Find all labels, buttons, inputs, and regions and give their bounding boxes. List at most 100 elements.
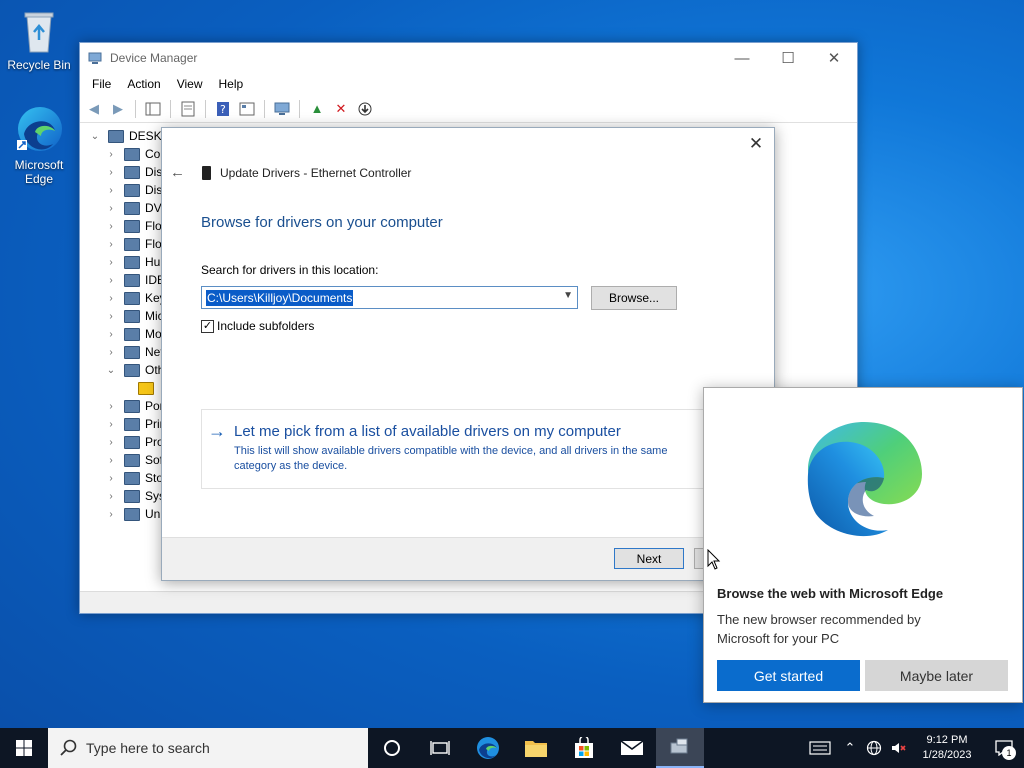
- toolbar-divider: [264, 99, 265, 118]
- svg-text:?: ?: [220, 103, 226, 116]
- dialog-close-button[interactable]: ✕: [746, 134, 766, 154]
- chevron-right-icon[interactable]: ›: [104, 401, 118, 412]
- device-category-icon: [124, 237, 140, 251]
- device-category-icon: [124, 273, 140, 287]
- chevron-up-icon[interactable]: ⌃: [838, 740, 862, 756]
- ethernet-controller-icon: [202, 166, 211, 180]
- driver-path-value[interactable]: C:\Users\Killjoy\Documents: [206, 289, 354, 306]
- include-subfolders-label: Include subfolders: [217, 319, 315, 333]
- start-button[interactable]: [0, 728, 48, 768]
- device-category-icon: [124, 291, 140, 305]
- maximize-button[interactable]: ☐: [765, 43, 811, 73]
- search-placeholder: Type here to search: [86, 740, 210, 756]
- chevron-right-icon[interactable]: ›: [104, 311, 118, 322]
- chevron-right-icon[interactable]: ›: [104, 437, 118, 448]
- update-driver-icon[interactable]: ▲: [307, 99, 327, 119]
- chevron-right-icon[interactable]: ›: [104, 203, 118, 214]
- file-explorer-button[interactable]: [512, 728, 560, 768]
- next-button[interactable]: Next: [614, 548, 684, 569]
- action-center-button[interactable]: 1: [984, 740, 1024, 760]
- chevron-right-icon[interactable]: ›: [104, 347, 118, 358]
- help-icon[interactable]: ?: [213, 99, 233, 119]
- include-subfolders-checkbox[interactable]: ✓ Include subfolders: [201, 319, 314, 333]
- chevron-right-icon[interactable]: ›: [104, 185, 118, 196]
- device-category-icon: [124, 201, 140, 215]
- chevron-right-icon[interactable]: ›: [104, 455, 118, 466]
- device-category-icon: [124, 327, 140, 341]
- close-button[interactable]: ✕: [811, 43, 857, 73]
- chevron-right-icon[interactable]: ›: [104, 167, 118, 178]
- chevron-down-icon[interactable]: ⌄: [104, 365, 118, 376]
- pick-from-list-title[interactable]: Let me pick from a list of available dri…: [234, 423, 621, 440]
- edge-popup-title: Browse the web with Microsoft Edge: [717, 586, 944, 601]
- clock-date: 1/28/2023: [922, 749, 972, 761]
- scan-hardware-icon[interactable]: [272, 99, 292, 119]
- view-icon[interactable]: [237, 99, 257, 119]
- device-category-icon: [124, 219, 140, 233]
- store-icon: [575, 737, 593, 758]
- menu-action[interactable]: Action: [119, 77, 168, 91]
- mail-icon: [620, 740, 644, 755]
- menu-file[interactable]: File: [84, 77, 119, 91]
- get-started-button[interactable]: Get started: [717, 660, 860, 691]
- tree-item-label: Mo: [145, 327, 162, 341]
- chevron-right-icon[interactable]: ›: [104, 257, 118, 268]
- device-manager-titlebar[interactable]: Device Manager — ☐ ✕: [80, 43, 857, 73]
- uninstall-icon[interactable]: ✕: [331, 99, 351, 119]
- taskbar-edge-button[interactable]: [464, 728, 512, 768]
- clock-time: 9:12 PM: [926, 734, 968, 746]
- properties-icon[interactable]: [178, 99, 198, 119]
- chevron-right-icon[interactable]: ›: [104, 509, 118, 520]
- volume-muted-icon[interactable]: [886, 740, 910, 756]
- chevron-right-icon[interactable]: ›: [104, 293, 118, 304]
- forward-icon[interactable]: ▶: [108, 99, 128, 119]
- minimize-button[interactable]: —: [719, 43, 765, 73]
- device-category-icon: [124, 363, 140, 377]
- chevron-right-icon[interactable]: ›: [104, 419, 118, 430]
- menu-help[interactable]: Help: [211, 77, 252, 91]
- device-category-icon: [124, 183, 140, 197]
- device-category-icon: [124, 453, 140, 467]
- recycle-bin-icon: [24, 12, 54, 53]
- menu-view[interactable]: View: [169, 77, 211, 91]
- touch-keyboard-icon[interactable]: [802, 741, 838, 755]
- toolbar-divider: [205, 99, 206, 118]
- chevron-right-icon[interactable]: ›: [104, 491, 118, 502]
- chevron-right-icon[interactable]: ›: [104, 329, 118, 340]
- pick-from-list-option[interactable]: → Let me pick from a list of available d…: [201, 409, 775, 489]
- desktop-icon-recycle-bin[interactable]: Recycle Bin: [1, 8, 77, 72]
- device-category-icon: [124, 165, 140, 179]
- driver-path-combobox[interactable]: C:\Users\Killjoy\Documents ▼: [201, 286, 578, 309]
- disable-device-icon[interactable]: [355, 99, 375, 119]
- chevron-down-icon[interactable]: ▼: [563, 290, 573, 301]
- desktop-icon-microsoft-edge[interactable]: Microsoft Edge: [1, 104, 77, 186]
- back-arrow-icon[interactable]: ←: [170, 164, 185, 181]
- taskbar-search-box[interactable]: Type here to search: [48, 728, 368, 768]
- chevron-right-icon[interactable]: ›: [104, 239, 118, 250]
- taskbar: Type here to search ⌃ 9:12 PM 1/28/2023 …: [0, 728, 1024, 768]
- task-view-button[interactable]: [416, 728, 464, 768]
- system-tray: ⌃ 9:12 PM 1/28/2023 1: [802, 728, 1024, 768]
- device-manager-taskbar-button[interactable]: [656, 728, 704, 768]
- folder-icon: [525, 741, 547, 757]
- chevron-right-icon[interactable]: ›: [104, 473, 118, 484]
- network-icon[interactable]: [862, 740, 886, 756]
- device-manager-icon: [670, 738, 688, 754]
- show-hide-tree-icon[interactable]: [143, 99, 163, 119]
- search-location-label: Search for drivers in this location:: [201, 263, 379, 277]
- dialog-heading: Browse for drivers on your computer: [201, 214, 443, 231]
- maybe-later-button[interactable]: Maybe later: [865, 660, 1008, 691]
- microsoft-store-button[interactable]: [560, 728, 608, 768]
- mail-button[interactable]: [608, 728, 656, 768]
- mouse-cursor-icon: [707, 549, 721, 570]
- chevron-right-icon[interactable]: ›: [104, 149, 118, 160]
- chevron-right-icon[interactable]: ›: [104, 275, 118, 286]
- taskbar-clock[interactable]: 9:12 PM 1/28/2023: [910, 733, 984, 763]
- back-icon[interactable]: ◀: [84, 99, 104, 119]
- arrow-right-icon: →: [208, 421, 226, 441]
- browse-button[interactable]: Browse...: [591, 286, 677, 310]
- checkbox-checked-icon[interactable]: ✓: [201, 319, 214, 333]
- cortana-button[interactable]: [368, 728, 416, 768]
- chevron-down-icon[interactable]: ⌄: [88, 131, 102, 142]
- chevron-right-icon[interactable]: ›: [104, 221, 118, 232]
